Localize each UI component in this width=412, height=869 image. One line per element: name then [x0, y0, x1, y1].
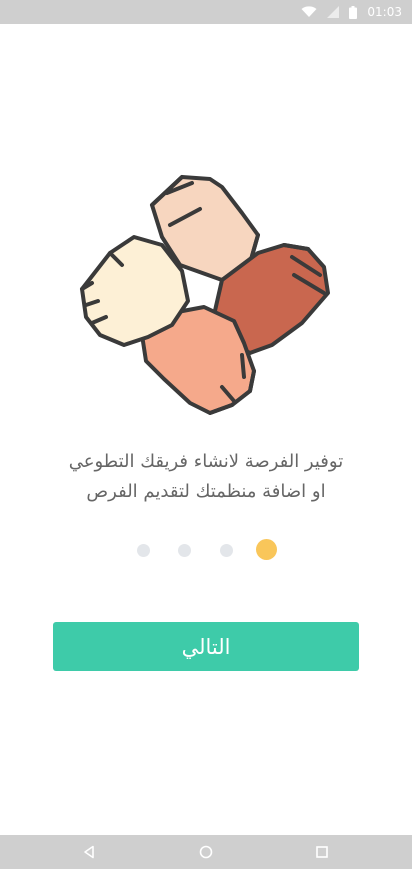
- navigation-bar: [0, 835, 412, 869]
- page-dot-3: [220, 544, 233, 557]
- home-icon: [199, 845, 213, 859]
- page-dot-1: [137, 544, 150, 557]
- back-button[interactable]: [69, 835, 109, 869]
- hands-illustration: [80, 175, 330, 415]
- page-dot-4: [256, 539, 277, 560]
- onboarding-text-line2: او اضافة منظمتك لتقديم الفرص: [86, 481, 326, 502]
- recents-icon: [316, 846, 328, 858]
- page-indicator: [0, 538, 412, 562]
- signal-icon: [327, 6, 340, 18]
- page-dot-2: [178, 544, 191, 557]
- recents-button[interactable]: [302, 835, 342, 869]
- back-icon: [84, 845, 94, 859]
- onboarding-text-line1: توفير الفرصة لانشاء فريقك التطوعي: [68, 451, 344, 472]
- battery-icon: [349, 5, 358, 19]
- status-bar: 01:03: [0, 0, 412, 24]
- home-button[interactable]: [186, 835, 226, 869]
- wifi-icon: [301, 6, 317, 17]
- status-time: 01:03: [367, 5, 402, 19]
- status-icons: 01:03: [301, 0, 402, 24]
- next-button[interactable]: التالي: [53, 622, 359, 671]
